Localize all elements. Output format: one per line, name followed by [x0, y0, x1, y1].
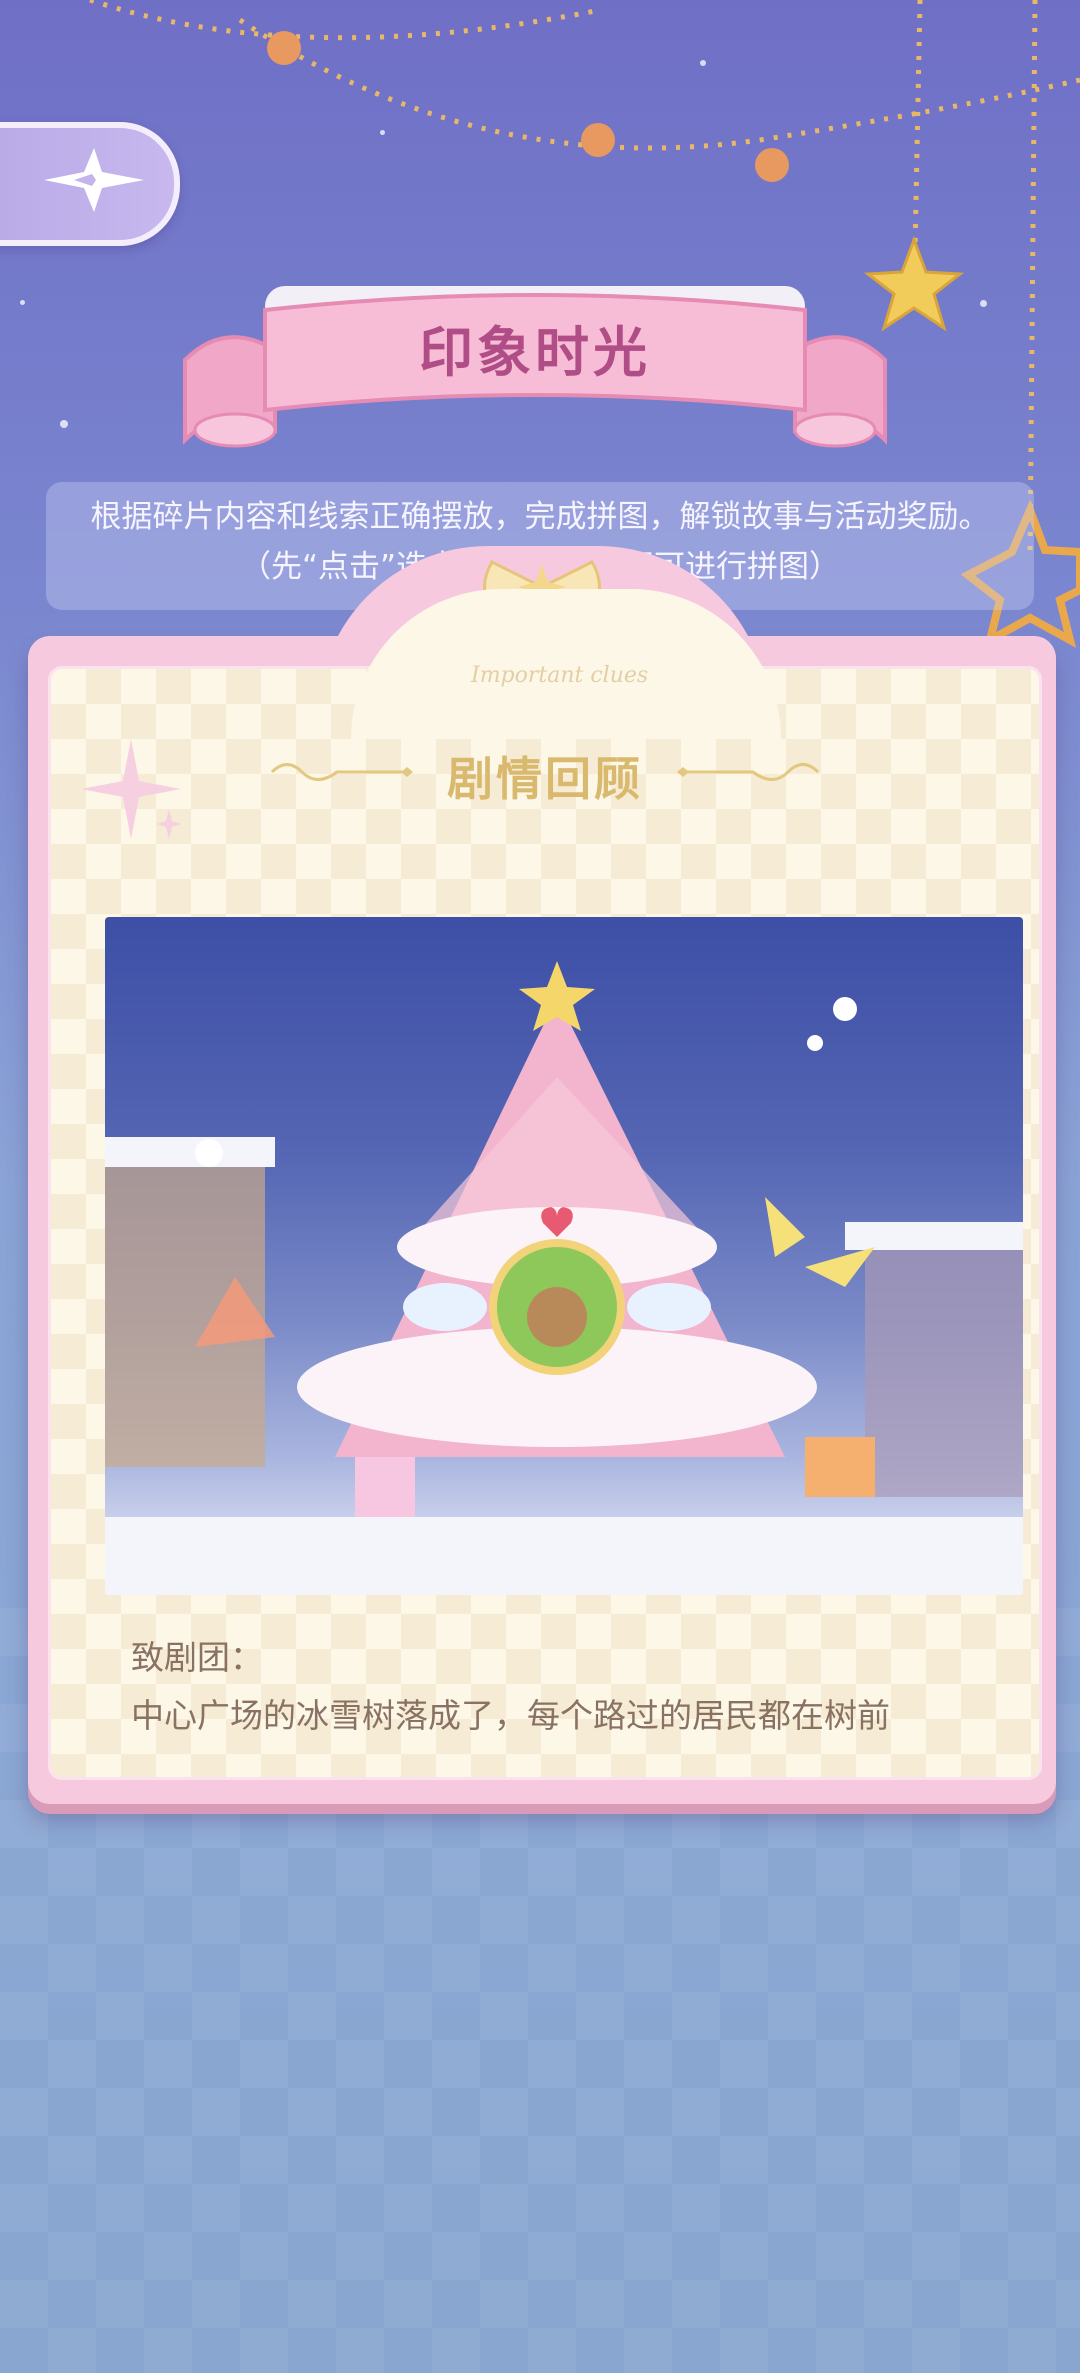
decor-script-text: Important clues — [471, 663, 649, 688]
section-title: 剧情回顾 — [447, 752, 643, 806]
page-title: 印象时光 — [419, 321, 651, 384]
paper-panel: Important clues 剧情回顾 致剧团： 中心广场的冰雪树落成了，每个… — [48, 589, 1042, 1780]
compass-star-icon — [44, 148, 144, 212]
letter-body: 中心广场的冰雪树落成了，每个路过的居民都在树前 — [131, 1696, 890, 1735]
letter-greeting: 致剧团： — [131, 1638, 263, 1677]
story-letter: 致剧团： 中心广场的冰雪树落成了，每个路过的居民都在树前 — [131, 1629, 991, 1745]
right-flourish-icon — [677, 763, 820, 781]
story-review-card: Important clues 剧情回顾 致剧团： 中心广场的冰雪树落成了，每个… — [28, 546, 1056, 1804]
instruction-line-1: 根据碎片内容和线索正确摆放，完成拼图，解锁故事与活动奖励。 — [90, 499, 990, 535]
back-button[interactable] — [0, 122, 180, 246]
title-banner: 印象时光 — [165, 280, 905, 460]
story-illustration — [105, 917, 1023, 1595]
christmas-tree-illustration — [105, 961, 1023, 1595]
